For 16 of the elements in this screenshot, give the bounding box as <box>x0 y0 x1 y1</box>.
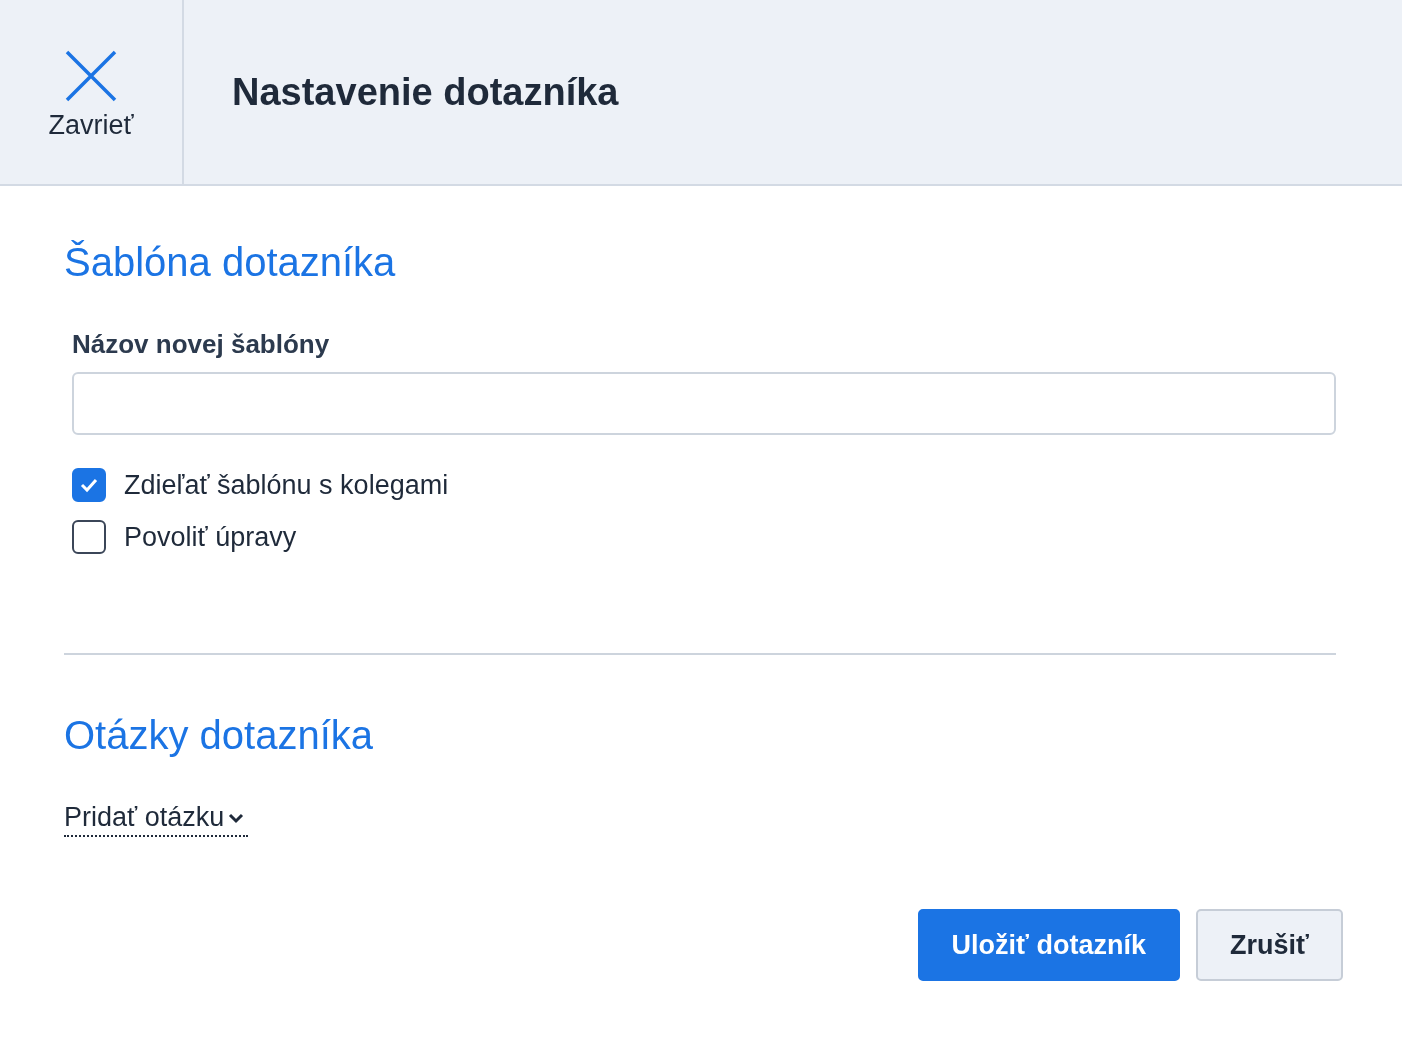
cancel-button[interactable]: Zrušiť <box>1196 909 1343 981</box>
add-question-dropdown[interactable]: Pridať otázku <box>64 802 249 837</box>
section-heading: Otázky dotazníka <box>64 713 375 758</box>
checkbox[interactable] <box>72 468 106 502</box>
checkbox[interactable] <box>72 520 106 554</box>
checkbox-label: Povoliť úpravy <box>124 521 297 553</box>
input-field[interactable] <box>72 372 1336 435</box>
close-button[interactable]: Zavrieť <box>0 0 184 184</box>
page-title: Nastavenie dotazníka <box>232 70 619 114</box>
save-button[interactable]: Uložiť dotazník <box>917 909 1181 981</box>
section-heading: Šablóna dotazníka <box>64 240 397 285</box>
check-icon <box>79 477 99 493</box>
checkbox-label: Zdieľať šablónu s kolegami <box>124 469 449 501</box>
chevron-down-icon <box>228 811 245 824</box>
close-icon <box>65 49 117 102</box>
field-label: Názov novej šablóny <box>72 329 331 360</box>
